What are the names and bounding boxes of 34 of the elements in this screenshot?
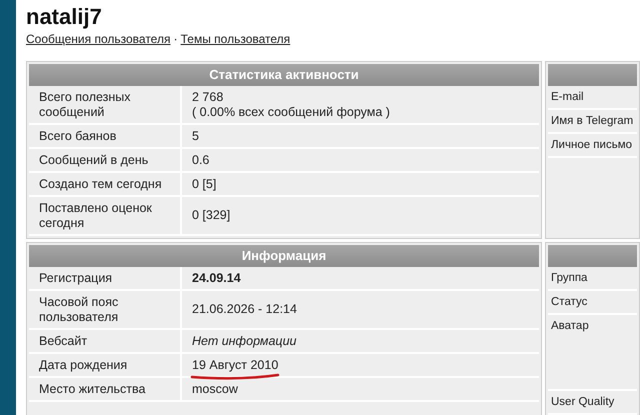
field-label: Вебсайт: [29, 330, 182, 352]
field-note: ( 0.00% всех сообщений форума ): [192, 104, 390, 120]
field-value: 24.09.14: [192, 270, 241, 286]
field-value: 5: [192, 128, 199, 144]
field-label: Сообщений в день: [29, 148, 182, 171]
profile-link[interactable]: Сообщения пользователя: [26, 32, 170, 46]
field-label: Место жительства: [29, 378, 182, 400]
field-label: Дата рождения: [29, 354, 182, 376]
field-label: Имя в Telegram: [548, 110, 637, 134]
field-label: Часовой пояс пользователя: [29, 290, 182, 328]
field-value: 2 768: [192, 90, 224, 105]
field-value: Нет информации: [192, 334, 296, 349]
username-heading: natalij7: [26, 4, 103, 30]
field-value: moscow: [192, 382, 238, 397]
field-label: Всего баянов: [29, 124, 182, 147]
section-header: Информация: [29, 244, 539, 267]
separator-dot: ·: [172, 32, 179, 46]
profile-link[interactable]: Темы пользователя: [180, 32, 290, 46]
field-label: Личное письмо: [548, 134, 637, 158]
section-header: Статистика активности: [29, 64, 539, 86]
field-value: 0 [329]: [192, 208, 230, 224]
field-value: 0.6: [192, 152, 210, 168]
field-label: Регистрация: [29, 266, 182, 289]
field-label: Аватар: [548, 314, 637, 391]
field-value: 21.06.2026 - 12:14: [192, 302, 297, 318]
field-value: 19 Август 2010: [192, 358, 278, 373]
field-label: User Quality: [548, 390, 637, 415]
field-label: Группа: [548, 266, 637, 291]
field-label: Поставлено оценок сегодня: [29, 196, 182, 234]
field-label: Статус: [548, 290, 637, 315]
field-value: 0 [5]: [192, 176, 216, 192]
field-label: Всего полезных сообщений: [29, 86, 182, 123]
field-label: E-mail: [548, 86, 637, 110]
field-label: Создано тем сегодня: [29, 172, 182, 195]
